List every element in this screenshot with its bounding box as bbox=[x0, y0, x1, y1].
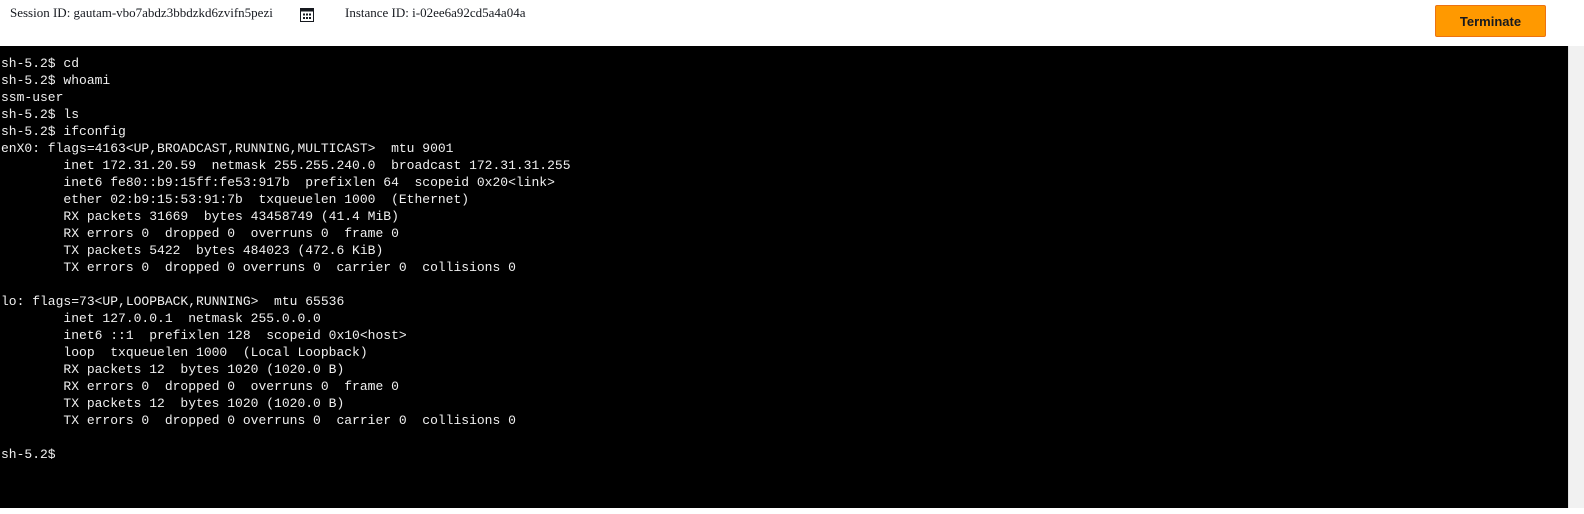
terminal-line: sh-5.2$ whoami bbox=[1, 73, 111, 88]
terminal-line: sh-5.2$ cd bbox=[1, 56, 80, 71]
copy-icon[interactable] bbox=[300, 8, 314, 22]
terminal-window[interactable]: sh-5.2$ cd sh-5.2$ whoami ssm-user sh-5.… bbox=[0, 46, 1568, 508]
terminal-line: lo: flags=73<UP,LOOPBACK,RUNNING> mtu 65… bbox=[1, 294, 345, 309]
terminal-line: TX errors 0 dropped 0 overruns 0 carrier… bbox=[1, 413, 516, 428]
session-id: Session ID: gautam-vbo7abdz3bbdzkd6zvifn… bbox=[10, 5, 273, 20]
terminal-line: ssm-user bbox=[1, 90, 64, 105]
terminal-line: enX0: flags=4163<UP,BROADCAST,RUNNING,MU… bbox=[1, 141, 454, 156]
terminate-button[interactable]: Terminate bbox=[1435, 5, 1546, 37]
terminal-output[interactable]: sh-5.2$ cd sh-5.2$ whoami ssm-user sh-5.… bbox=[0, 46, 1568, 463]
terminal-line: sh-5.2$ bbox=[1, 447, 64, 462]
terminal-line: inet6 ::1 prefixlen 128 scopeid 0x10<hos… bbox=[1, 328, 407, 343]
terminal-line: TX packets 5422 bytes 484023 (472.6 KiB) bbox=[1, 243, 384, 258]
terminal-line: sh-5.2$ ifconfig bbox=[1, 124, 126, 139]
session-header: Session ID: gautam-vbo7abdz3bbdzkd6zvifn… bbox=[0, 0, 1584, 46]
bottom-strip bbox=[0, 508, 1584, 514]
terminal-line: RX errors 0 dropped 0 overruns 0 frame 0 bbox=[1, 379, 399, 394]
terminal-line: inet 127.0.0.1 netmask 255.0.0.0 bbox=[1, 311, 321, 326]
terminal-line: RX packets 12 bytes 1020 (1020.0 B) bbox=[1, 362, 345, 377]
terminal-line: sh-5.2$ ls bbox=[1, 107, 80, 122]
terminal-line: inet6 fe80::b9:15ff:fe53:917b prefixlen … bbox=[1, 175, 555, 190]
terminal-line: TX errors 0 dropped 0 overruns 0 carrier… bbox=[1, 260, 516, 275]
terminal-line: loop txqueuelen 1000 (Local Loopback) bbox=[1, 345, 368, 360]
terminal-line: TX packets 12 bytes 1020 (1020.0 B) bbox=[1, 396, 345, 411]
terminal-line: RX errors 0 dropped 0 overruns 0 frame 0 bbox=[1, 226, 399, 241]
terminal-line: inet 172.31.20.59 netmask 255.255.240.0 … bbox=[1, 158, 571, 173]
terminal-line: RX packets 31669 bytes 43458749 (41.4 Mi… bbox=[1, 209, 399, 224]
instance-id: Instance ID: i-02ee6a92cd5a4a04a bbox=[345, 5, 526, 20]
terminal-scrollbar[interactable] bbox=[1568, 46, 1584, 508]
terminal-line: ether 02:b9:15:53:91:7b txqueuelen 1000 … bbox=[1, 192, 470, 207]
